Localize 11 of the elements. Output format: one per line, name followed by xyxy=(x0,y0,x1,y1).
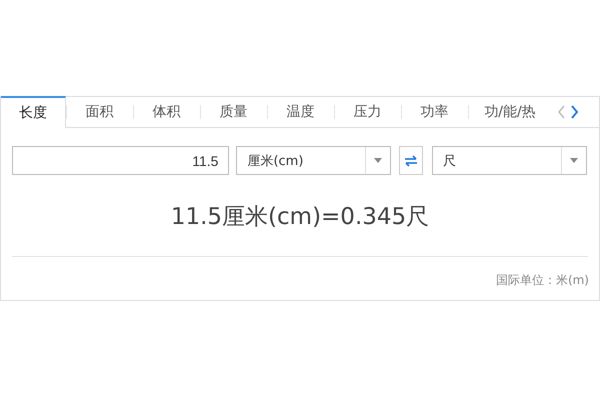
tab[interactable]: 长度 xyxy=(1,96,66,128)
swap-button[interactable] xyxy=(399,146,424,175)
caret-icon xyxy=(374,158,382,163)
value-input[interactable]: 11.5 xyxy=(12,146,230,175)
chevron-right-icon[interactable] xyxy=(569,104,580,120)
to-unit-select[interactable]: 尺 xyxy=(432,146,587,175)
conversion-result: 11.5厘米(cm)=0.345尺 xyxy=(170,203,430,232)
from-unit-select[interactable]: 厘米(cm) xyxy=(236,146,392,175)
si-unit-note: 国际单位：米(m) xyxy=(496,272,589,289)
caret-icon xyxy=(570,158,578,163)
swap-icon xyxy=(404,154,418,166)
